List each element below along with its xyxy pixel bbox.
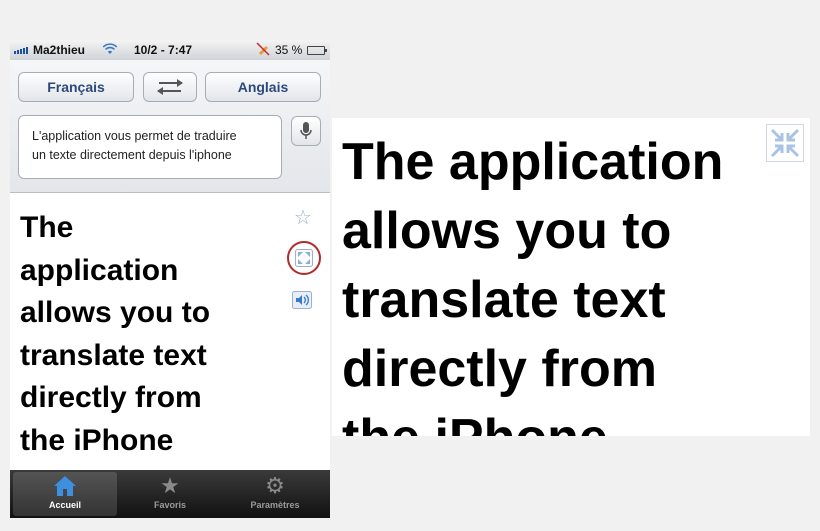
favorite-star-icon[interactable]: ☆ xyxy=(292,206,314,229)
translation-result: The application allows you to translate tex… xyxy=(20,207,260,462)
swap-languages-button[interactable] xyxy=(143,72,197,102)
translation-result-line: allows you to xyxy=(20,296,211,329)
status-bar: Ma2thieu 10/2 - 7:47 35 % xyxy=(10,40,330,60)
translation-result-line: the iPhone xyxy=(20,423,174,457)
microphone-button[interactable] xyxy=(291,116,321,146)
tab-bar: Accueil ★ Favoris ⚙ Paramètres xyxy=(10,470,330,518)
tab-label: Accueil xyxy=(48,500,81,510)
translation-result-line: application xyxy=(20,253,179,287)
fullscreen-text-line: directly from xyxy=(342,340,657,398)
phone-screen: Ma2thieu 10/2 - 7:47 35 % Français Angla… xyxy=(10,40,330,518)
star-icon: ★ xyxy=(160,473,180,498)
swap-arrows-icon xyxy=(157,79,183,95)
collapse-fullscreen-button[interactable] xyxy=(766,124,804,162)
source-text-line: un texte directement depuis l'iphone xyxy=(32,148,232,162)
microphone-icon xyxy=(300,122,312,139)
fullscreen-expand-icon xyxy=(295,249,313,267)
no-sync-icon xyxy=(256,42,270,59)
home-icon xyxy=(53,472,77,500)
fullscreen-text-line: the iPhone xyxy=(342,404,802,436)
signal-strength-icon xyxy=(14,47,28,54)
fullscreen-text-line: allows you to xyxy=(342,202,672,260)
source-text-line: L'application vous permet de traduire xyxy=(32,129,237,143)
fullscreen-text-line: translate text xyxy=(342,271,666,329)
tab-accueil[interactable]: Accueil xyxy=(13,472,117,516)
status-time: 10/2 - 7:47 xyxy=(134,43,193,57)
tab-label: Favoris xyxy=(153,500,186,510)
gear-icon: ⚙ xyxy=(265,473,285,498)
translation-result-line: The xyxy=(20,211,74,244)
source-text-input[interactable]: L'application vous permet de traduire un… xyxy=(18,115,282,179)
tab-parametres[interactable]: ⚙ Paramètres xyxy=(223,472,327,516)
target-language-button[interactable]: Anglais xyxy=(205,72,321,102)
fullscreen-button-highlight[interactable] xyxy=(287,241,321,275)
translation-result-line: directly from xyxy=(20,381,202,414)
translation-result-line: translate text xyxy=(20,338,207,372)
speaker-button[interactable] xyxy=(292,291,312,309)
tab-label: Paramètres xyxy=(250,500,300,510)
collapse-icon xyxy=(770,128,800,158)
carrier-name: Ma2thieu xyxy=(33,43,86,57)
fullscreen-text-line: The application xyxy=(342,133,724,191)
source-language-button[interactable]: Français xyxy=(18,72,134,102)
translation-toolbar: Français Anglais L'application vous perm… xyxy=(10,60,330,193)
fullscreen-translation-text: The application allows you to translate te… xyxy=(342,128,802,436)
wifi-icon xyxy=(102,43,118,58)
fullscreen-translation-view: The application allows you to translate te… xyxy=(332,118,810,436)
battery-icon xyxy=(307,46,327,55)
battery-percentage: 35 % xyxy=(275,43,303,57)
tab-favoris[interactable]: ★ Favoris xyxy=(118,472,222,516)
speaker-icon xyxy=(292,291,312,309)
